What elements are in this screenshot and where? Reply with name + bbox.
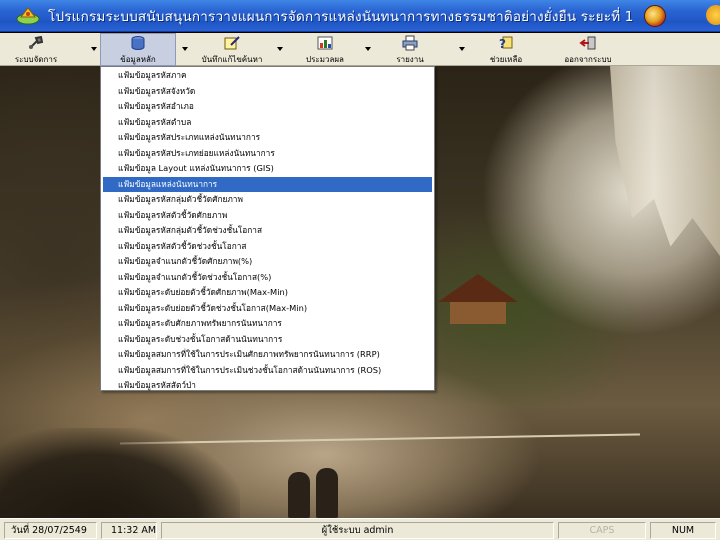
- stalactite-shape: [610, 66, 720, 256]
- menu-item[interactable]: แฟ้มข้อมูลรหัสอำเภอ: [101, 99, 434, 115]
- status-date: วันที่ 28/07/2549: [4, 522, 97, 539]
- menu-item[interactable]: แฟ้มข้อมูลรหัสประเภทย่อยแหล่งนันทนาการ: [101, 146, 434, 162]
- pavilion-shape: [438, 274, 518, 324]
- database-icon: [129, 35, 147, 51]
- toolbar-process-label: ประมวลผล: [306, 55, 344, 64]
- report-printer-icon: [401, 34, 419, 51]
- process-chart-icon: [316, 34, 334, 51]
- foreground-rock: [0, 428, 240, 518]
- title-corner-icon: [706, 5, 720, 25]
- toolbar-system-button[interactable]: ระบบจัดการ: [6, 33, 66, 66]
- main-toolbar: ระบบจัดการ ข้อมูลหลัก บันทึกแก้ไขค้นหา ป…: [0, 33, 720, 66]
- menu-item[interactable]: แฟ้มข้อมูลสมการที่ใช้ในการประเมินศักยภาพ…: [101, 347, 434, 363]
- system-tools-icon: [27, 34, 45, 51]
- toolbar-edit-search-button[interactable]: บันทึกแก้ไขค้นหา: [192, 33, 272, 66]
- app-logo-icon: [16, 4, 40, 28]
- window-title: โปรแกรมระบบสนับสนุนการวางแผนการจัดการแหล…: [48, 8, 634, 25]
- status-user: ผู้ใช้ระบบ admin: [161, 522, 554, 539]
- exit-icon: [579, 34, 597, 51]
- menu-item[interactable]: แฟ้มข้อมูลรหัสตำบล: [101, 115, 434, 131]
- toolbar-edit-search-label: บันทึกแก้ไขค้นหา: [201, 55, 263, 64]
- menu-item[interactable]: แฟ้มข้อมูลรหัสตัวชี้วัดศักยภาพ: [101, 208, 434, 224]
- menu-item[interactable]: แฟ้มข้อมูลรหัสจังหวัด: [101, 84, 434, 100]
- menu-item[interactable]: แฟ้มข้อมูลระดับศักยภาพทรัพยากรนันทนาการ: [101, 316, 434, 332]
- chevron-down-icon[interactable]: [181, 45, 188, 52]
- menu-item[interactable]: แฟ้มข้อมูลแหล่งนันทนาการ: [103, 176, 432, 192]
- menu-item[interactable]: แฟ้มข้อมูลจำแนกตัวชี้วัดช่วงชั้นโอกาส(%): [101, 270, 434, 286]
- emblem-icon: [643, 4, 666, 27]
- menu-item[interactable]: แฟ้มข้อมูลสมการที่ใช้ในการประเมินช่วงชั้…: [101, 363, 434, 379]
- menu-item[interactable]: แฟ้มข้อมูลจำแนกตัวชี้วัดศักยภาพ(%): [101, 254, 434, 270]
- toolbar-help-label: ช่วยเหลือ: [489, 55, 523, 64]
- title-bar: โปรแกรมระบบสนับสนุนการวางแผนการจัดการแหล…: [0, 0, 720, 32]
- menu-item[interactable]: แฟ้มข้อมูลรหัสตัวชี้วัดช่วงชั้นโอกาส: [101, 239, 434, 255]
- toolbar-exit-button[interactable]: ออกจากระบบ: [548, 33, 628, 66]
- chevron-down-icon[interactable]: [458, 45, 465, 52]
- chevron-down-icon[interactable]: [276, 45, 283, 52]
- visitors-silhouette: [282, 466, 352, 518]
- toolbar-report-button[interactable]: รายงาน: [380, 33, 440, 66]
- help-icon: ?: [497, 34, 515, 51]
- chevron-down-icon[interactable]: [90, 45, 97, 52]
- toolbar-masterdata-button[interactable]: ข้อมูลหลัก: [100, 33, 176, 66]
- status-num: NUM: [650, 522, 716, 539]
- menu-item[interactable]: แฟ้มข้อมูลรหัสประเภทแหล่งนันทนาการ: [101, 130, 434, 146]
- toolbar-process-button[interactable]: ประมวลผล: [290, 33, 360, 66]
- menu-item[interactable]: แฟ้มข้อมูลรหัสกลุ่มตัวชี้วัดช่วงชั้นโอกา…: [101, 223, 434, 239]
- menu-item[interactable]: แฟ้มข้อมูลระดับย่อยตัวชี้วัดศักยภาพ(Max-…: [101, 285, 434, 301]
- menu-item[interactable]: แฟ้มข้อมูล Layout แหล่งนันทนาการ (GIS): [101, 161, 434, 177]
- menu-item[interactable]: แฟ้มข้อมูลรหัสภาค: [101, 68, 434, 84]
- svg-text:?: ?: [499, 37, 506, 51]
- toolbar-help-button[interactable]: ? ช่วยเหลือ: [476, 33, 536, 66]
- toolbar-exit-label: ออกจากระบบ: [564, 55, 612, 64]
- status-bar: วันที่ 28/07/2549 11:32 AM ผู้ใช้ระบบ ad…: [0, 518, 720, 540]
- status-caps: CAPS: [558, 522, 646, 539]
- masterdata-dropdown-menu: แฟ้มข้อมูลรหัสภาค แฟ้มข้อมูลรหัสจังหวัด แฟ…: [100, 66, 435, 391]
- menu-item[interactable]: แฟ้มข้อมูลรหัสสัตว์ป่า: [101, 378, 434, 394]
- menu-item[interactable]: แฟ้มข้อมูลรหัสกลุ่มตัวชี้วัดศักยภาพ: [101, 192, 434, 208]
- menu-item[interactable]: แฟ้มข้อมูลระดับย่อยตัวชี้วัดช่วงชั้นโอกา…: [101, 301, 434, 317]
- status-time: 11:32 AM: [101, 522, 157, 539]
- edit-search-icon: [223, 34, 241, 51]
- menu-item[interactable]: แฟ้มข้อมูลระดับช่วงชั้นโอกาสด้านนันทนากา…: [101, 332, 434, 348]
- chevron-down-icon[interactable]: [364, 45, 371, 52]
- toolbar-masterdata-label: ข้อมูลหลัก: [120, 55, 156, 64]
- toolbar-system-label: ระบบจัดการ: [14, 55, 58, 64]
- toolbar-report-label: รายงาน: [396, 55, 424, 64]
